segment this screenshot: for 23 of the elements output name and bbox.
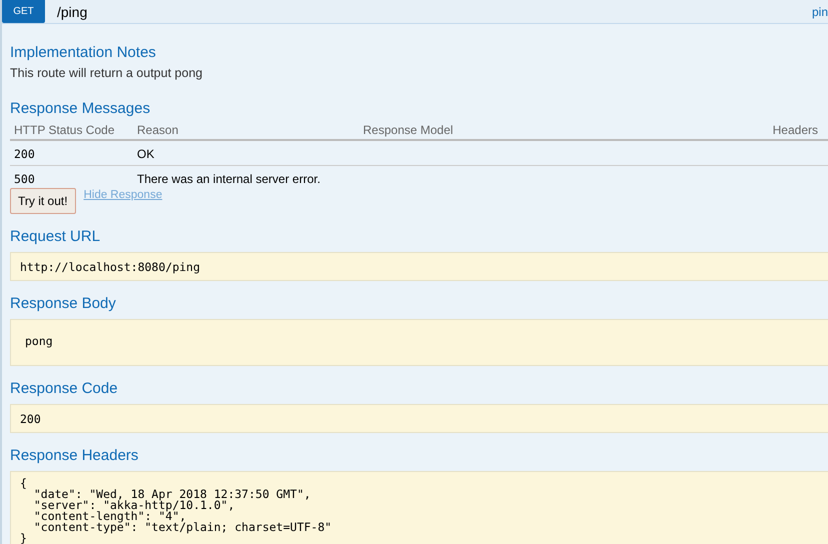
section-title: Response Headers bbox=[10, 447, 140, 465]
section-title: Response Messages bbox=[10, 100, 152, 118]
url-output: http://localhost:8080/ping bbox=[10, 252, 828, 281]
status-code-cell: 200 bbox=[10, 140, 133, 166]
reason-cell: There was an internal server error. bbox=[133, 166, 359, 190]
body-output: pong bbox=[10, 319, 828, 366]
reason-cell: OK bbox=[133, 140, 359, 166]
section-title: Response Body bbox=[10, 295, 117, 313]
section-title: Implementation Notes bbox=[10, 44, 157, 62]
section-title: Request URL bbox=[10, 228, 102, 246]
method-badge[interactable]: GET bbox=[2, 0, 45, 23]
endpoint-tag-link[interactable]: pin bbox=[812, 4, 828, 18]
notes-text: This route will return a output pong bbox=[10, 65, 204, 81]
column-header: Reason bbox=[133, 121, 359, 140]
code-output: 200 bbox=[10, 404, 828, 433]
endpoint-path[interactable]: /ping bbox=[57, 4, 812, 20]
status-code-cell: 500 bbox=[10, 166, 133, 190]
column-header: Response Model bbox=[359, 121, 652, 140]
try-it-out-button[interactable]: Try it out! bbox=[10, 188, 76, 214]
column-header: Headers bbox=[651, 121, 828, 140]
column-header: HTTP Status Code bbox=[10, 121, 133, 140]
headers-output: { "date": "Wed, 18 Apr 2018 12:37:50 GMT", "server": "akka-http/10.1.0", "content-length": "4", "content-type": "text/plain; charset=UTF-8" } bbox=[10, 471, 828, 544]
section-title: Response Code bbox=[10, 380, 119, 398]
